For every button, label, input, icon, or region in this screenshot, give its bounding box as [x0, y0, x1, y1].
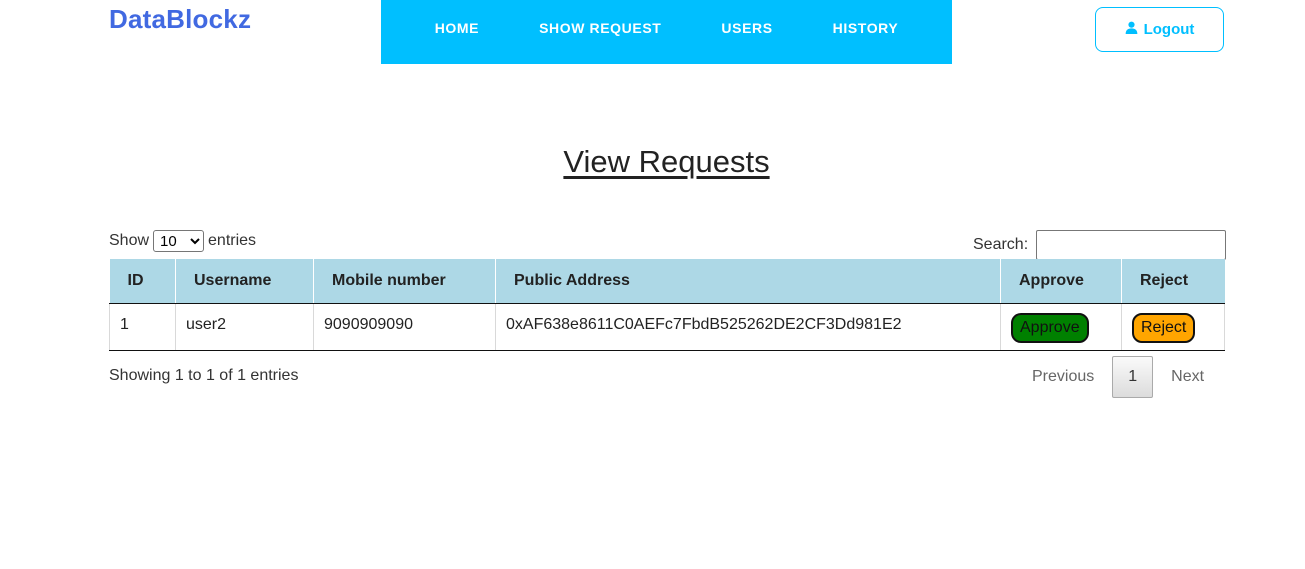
table-info: Showing 1 to 1 of 1 entries	[109, 367, 299, 384]
main-navbar: HOME SHOW REQUEST USERS HISTORY	[381, 0, 952, 64]
user-icon	[1125, 21, 1138, 38]
page-1-button[interactable]: 1	[1112, 356, 1154, 398]
cell-mobile: 9090909090	[313, 303, 496, 351]
table-header-row: ID Username Mobile number Public Address…	[109, 259, 1225, 304]
brand-logo[interactable]: DataBlockz	[109, 4, 251, 35]
nav-history[interactable]: HISTORY	[803, 0, 929, 56]
approve-button[interactable]: Approve	[1011, 312, 1089, 343]
previous-button[interactable]: Previous	[1016, 357, 1110, 397]
cell-reject: Reject	[1121, 303, 1225, 351]
logout-label: Logout	[1143, 21, 1195, 38]
cell-id: 1	[109, 303, 176, 351]
search-control: Search:	[973, 230, 1227, 260]
reject-button[interactable]: Reject	[1132, 312, 1196, 343]
nav-show-request[interactable]: SHOW REQUEST	[509, 0, 691, 56]
nav-users[interactable]: USERS	[691, 0, 802, 56]
search-label: Search:	[973, 236, 1029, 253]
next-button[interactable]: Next	[1155, 357, 1220, 397]
search-input[interactable]	[1036, 230, 1227, 260]
cell-username: user2	[175, 303, 314, 351]
col-id[interactable]: ID	[109, 259, 176, 304]
length-prefix: Show	[109, 232, 150, 249]
nav-home[interactable]: HOME	[405, 0, 509, 56]
col-public-address[interactable]: Public Address	[495, 259, 1001, 304]
logout-button[interactable]: Logout	[1095, 7, 1224, 52]
entries-select[interactable]: 10	[153, 230, 205, 252]
col-reject[interactable]: Reject	[1121, 259, 1225, 304]
col-approve[interactable]: Approve	[1000, 259, 1122, 304]
col-mobile[interactable]: Mobile number	[313, 259, 496, 304]
table-row: 1 user2 9090909090 0xAF638e8611C0AEFc7Fb…	[109, 303, 1225, 351]
col-username[interactable]: Username	[175, 259, 314, 304]
requests-table: ID Username Mobile number Public Address…	[109, 259, 1225, 351]
entries-length-control: Show 10 entries	[109, 230, 256, 252]
cell-approve: Approve	[1000, 303, 1122, 351]
page-title: View Requests	[563, 144, 770, 179]
cell-public-address: 0xAF638e8611C0AEFc7FbdB525262DE2CF3Dd981…	[495, 303, 1001, 351]
length-suffix: entries	[208, 232, 257, 249]
pagination: Previous 1 Next	[1016, 356, 1220, 398]
